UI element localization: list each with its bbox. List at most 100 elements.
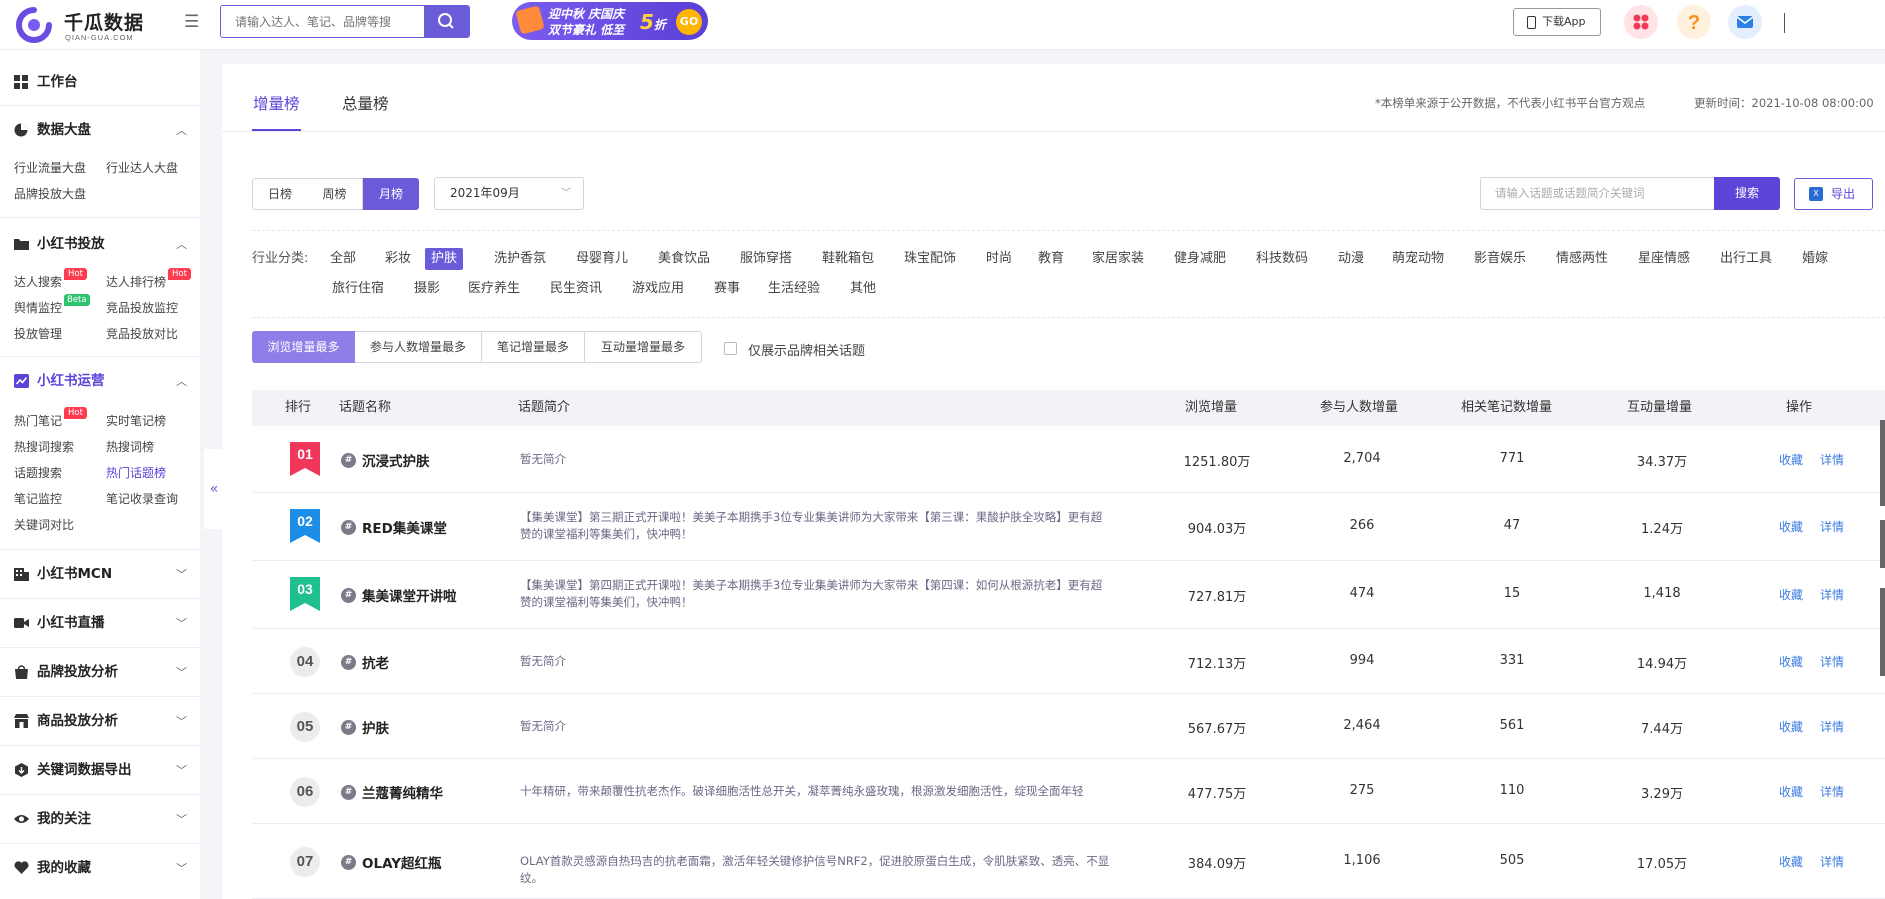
sidebar-item-hot-word-ranking[interactable]: 热搜词榜 (106, 438, 154, 455)
scrollbar[interactable] (1880, 588, 1885, 676)
topic-name[interactable]: 集美课堂开讲啦 (362, 585, 457, 605)
industry-item[interactable]: 美食饮品 (658, 248, 710, 270)
sidebar-item-hot-notes[interactable]: 热门笔记 (14, 412, 62, 429)
industry-item[interactable]: 鞋靴箱包 (822, 248, 874, 270)
industry-item[interactable]: 萌宠动物 (1392, 248, 1444, 270)
detail-link[interactable]: 详情 (1820, 586, 1844, 603)
industry-item[interactable]: 时尚 (986, 248, 1012, 270)
col-views[interactable]: 浏览增量 (1185, 390, 1237, 426)
industry-item[interactable]: 护肤 (425, 248, 464, 270)
promo-banner[interactable]: 迎中秋 庆国庆 双节豪礼 低至 5折 GO (512, 2, 708, 40)
sidebar-item-kol-ranking[interactable]: 达人排行榜 (106, 273, 166, 290)
topic-search-input[interactable]: 请输入话题或话题简介关键词 (1480, 177, 1714, 210)
sidebar-item-industry-kol[interactable]: 行业达人大盘 (106, 159, 178, 176)
sidebar-item-industry-traffic[interactable]: 行业流量大盘 (14, 159, 86, 176)
industry-item[interactable]: 生活经验 (768, 278, 820, 300)
tab-total[interactable]: 总量榜 (342, 92, 389, 114)
industry-item[interactable]: 游戏应用 (632, 278, 684, 300)
collect-link[interactable]: 收藏 (1779, 653, 1803, 670)
industry-item[interactable]: 家居家装 (1092, 248, 1144, 270)
topic-name[interactable]: OLAY超红瓶 (362, 852, 442, 872)
industry-item[interactable]: 医疗养生 (468, 278, 520, 300)
collect-link[interactable]: 收藏 (1779, 718, 1803, 735)
message-button[interactable] (1728, 5, 1762, 39)
industry-item[interactable]: 洗护香氛 (494, 248, 546, 270)
industry-item[interactable]: 全部 (330, 248, 356, 270)
download-app-button[interactable]: 下载App (1513, 8, 1601, 36)
collect-link[interactable]: 收藏 (1779, 853, 1803, 870)
collect-link[interactable]: 收藏 (1779, 518, 1803, 535)
month-select[interactable]: 2021年09月 ﹀ (434, 177, 584, 210)
detail-link[interactable]: 详情 (1820, 653, 1844, 670)
detail-link[interactable]: 详情 (1820, 451, 1844, 468)
industry-item[interactable]: 其他 (850, 278, 876, 300)
topic-name[interactable]: 兰蔻菁纯精华 (362, 782, 443, 802)
logo[interactable]: 千瓜数据 QIAN-GUA.COM (14, 6, 164, 44)
industry-item[interactable]: 星座情感 (1638, 248, 1690, 270)
sidebar-item-competitor-monitor[interactable]: 竞品投放监控 (106, 299, 178, 316)
global-search-input[interactable] (221, 6, 424, 37)
sort-views-button[interactable]: 浏览增量最多 (252, 331, 355, 363)
topic-name[interactable]: RED集美课堂 (362, 517, 447, 537)
chevron-up-icon[interactable]: ︿ (176, 239, 188, 251)
detail-link[interactable]: 详情 (1820, 853, 1844, 870)
industry-item[interactable]: 影音娱乐 (1474, 248, 1526, 270)
collect-link[interactable]: 收藏 (1779, 451, 1803, 468)
col-notes[interactable]: 相关笔记数增量 (1461, 390, 1552, 426)
menu-toggle-icon[interactable]: ☰ (184, 13, 202, 31)
help-button[interactable]: ? (1677, 5, 1711, 39)
sidebar-item-hot-word-search[interactable]: 热搜词搜索 (14, 438, 74, 455)
sort-notes-button[interactable]: 笔记增量最多 (482, 331, 585, 363)
sort-people-button[interactable]: 参与人数增量最多 (355, 331, 482, 363)
chevron-down-icon[interactable]: ﹀ (176, 716, 188, 728)
scrollbar[interactable] (1880, 520, 1885, 568)
sort-interaction-button[interactable]: 互动量增量最多 (585, 331, 702, 363)
industry-item[interactable]: 教育 (1038, 248, 1064, 270)
chevron-down-icon[interactable]: ﹀ (176, 814, 188, 826)
detail-link[interactable]: 详情 (1820, 783, 1844, 800)
export-button[interactable]: X 导出 (1794, 178, 1873, 210)
industry-item[interactable]: 婚嫁 (1802, 248, 1828, 270)
industry-item[interactable]: 出行工具 (1720, 248, 1772, 270)
sidebar-item-competitor-compare[interactable]: 竞品投放对比 (106, 325, 178, 342)
industry-item[interactable]: 民生资讯 (550, 278, 602, 300)
global-search-button[interactable] (424, 6, 469, 37)
chevron-down-icon[interactable]: ﹀ (176, 863, 188, 875)
topic-name[interactable]: 护肤 (362, 717, 389, 737)
col-people[interactable]: 参与人数增量 (1320, 390, 1398, 426)
sidebar-item-kol-search[interactable]: 达人搜索 (14, 273, 62, 290)
scrollbar[interactable] (1880, 420, 1885, 506)
chevron-down-icon[interactable]: ﹀ (176, 569, 188, 581)
industry-item[interactable]: 母婴育儿 (576, 248, 628, 270)
sidebar-item-note-index[interactable]: 笔记收录查询 (106, 490, 178, 507)
industry-item[interactable]: 彩妆 (385, 248, 411, 270)
topic-name[interactable]: 沉浸式护肤 (362, 450, 430, 470)
sidebar-item-sentiment[interactable]: 舆情监控 (14, 299, 62, 316)
industry-item[interactable]: 情感两性 (1556, 248, 1608, 270)
sidebar-item-realtime-notes[interactable]: 实时笔记榜 (106, 412, 166, 429)
tab-increment[interactable]: 增量榜 (253, 92, 300, 114)
sidebar-item-note-monitor[interactable]: 笔记监控 (14, 490, 62, 507)
sidebar-item-delivery-manage[interactable]: 投放管理 (14, 325, 62, 342)
sidebar-item-keyword-compare[interactable]: 关键词对比 (14, 516, 74, 533)
industry-item[interactable]: 服饰穿搭 (740, 248, 792, 270)
industry-item[interactable]: 旅行住宿 (332, 278, 384, 300)
industry-item[interactable]: 摄影 (414, 278, 440, 300)
industry-item[interactable]: 赛事 (714, 278, 740, 300)
collect-link[interactable]: 收藏 (1779, 783, 1803, 800)
industry-item[interactable]: 动漫 (1338, 248, 1364, 270)
detail-link[interactable]: 详情 (1820, 718, 1844, 735)
sidebar-item-hot-topic-ranking[interactable]: 热门话题榜 (106, 464, 166, 481)
topic-search-button[interactable]: 搜索 (1714, 177, 1780, 210)
industry-item[interactable]: 科技数码 (1256, 248, 1308, 270)
detail-link[interactable]: 详情 (1820, 518, 1844, 535)
chevron-up-icon[interactable]: ︿ (176, 125, 188, 137)
chevron-down-icon[interactable]: ﹀ (176, 667, 188, 679)
period-month-button[interactable]: 月榜 (363, 178, 419, 210)
chevron-down-icon[interactable]: ﹀ (176, 618, 188, 630)
industry-item[interactable]: 健身减肥 (1174, 248, 1226, 270)
apps-grid-button[interactable] (1624, 5, 1658, 39)
period-day-button[interactable]: 日榜 (252, 178, 308, 210)
brand-only-checkbox[interactable] (724, 342, 737, 355)
sidebar-item-topic-search[interactable]: 话题搜索 (14, 464, 62, 481)
